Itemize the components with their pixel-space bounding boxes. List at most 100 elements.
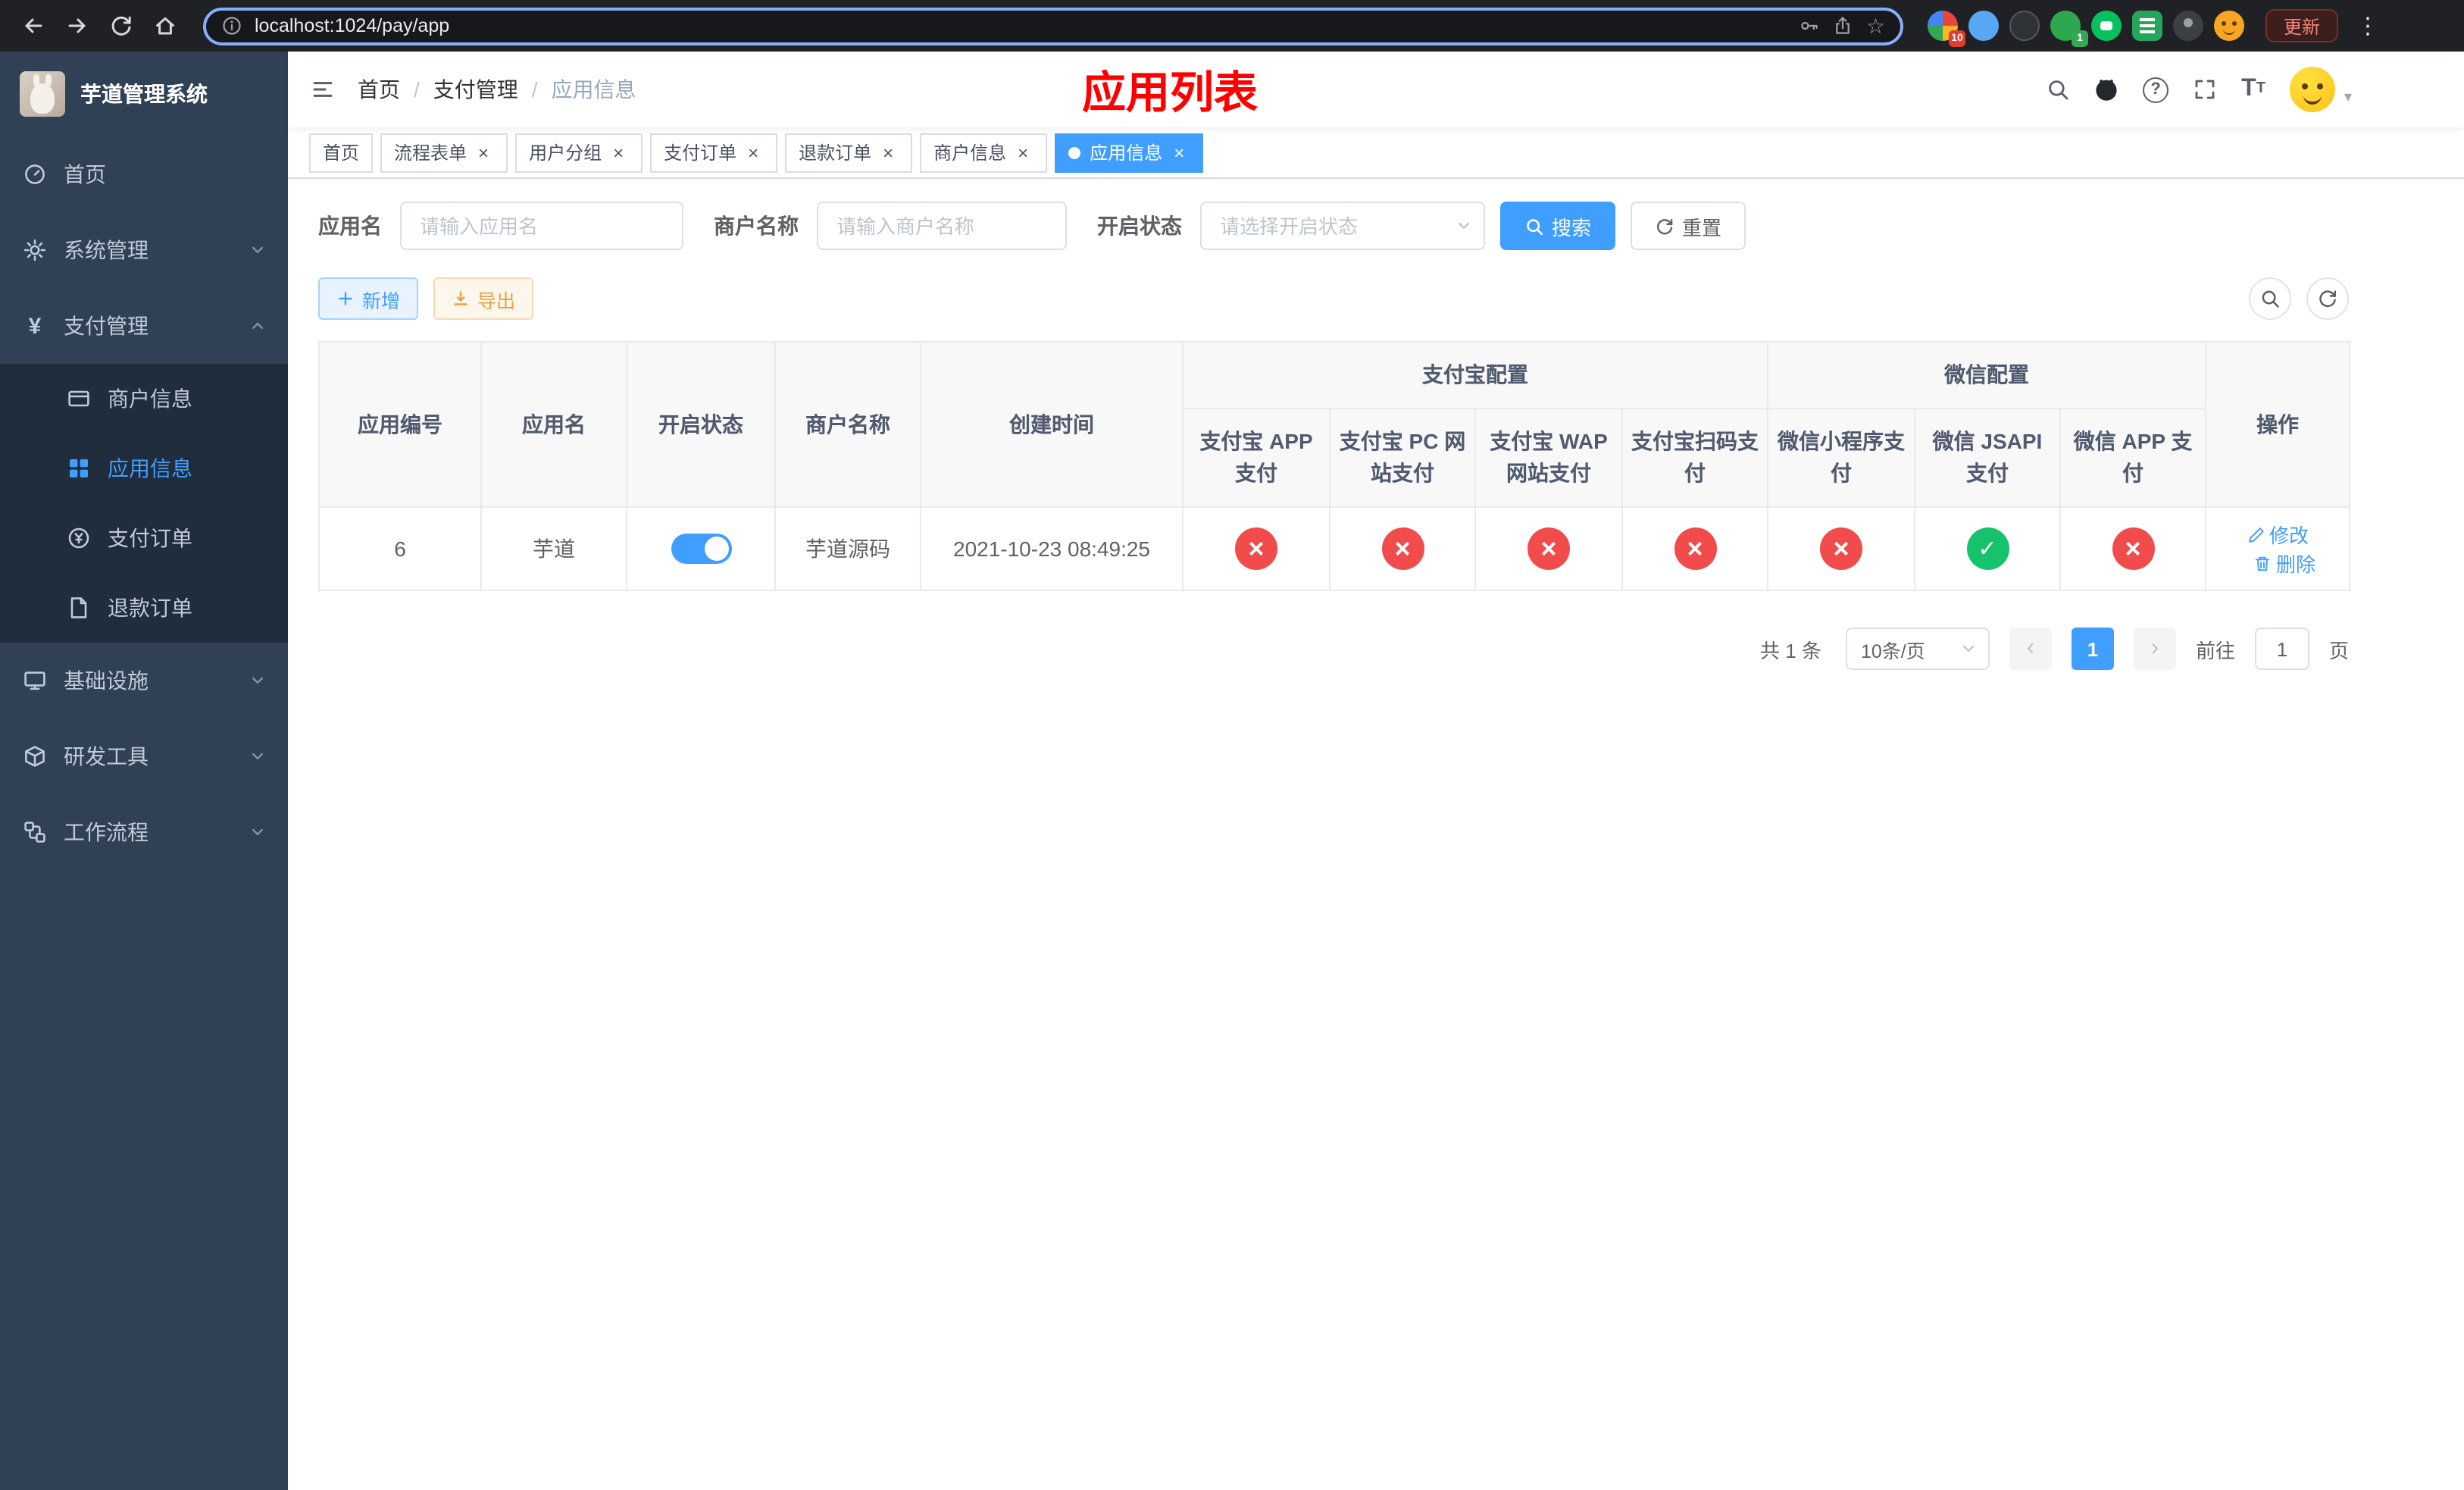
col-created: 创建时间	[920, 341, 1184, 508]
prev-page-button[interactable]	[2009, 628, 2052, 670]
yen-icon	[23, 315, 47, 337]
page-content: 应用名 商户名称 开启状态	[288, 179, 2464, 1490]
tab-close-icon[interactable]	[877, 142, 899, 163]
browser-back-button[interactable]	[12, 5, 53, 46]
status-select[interactable]	[1200, 202, 1485, 250]
reset-button[interactable]: 重置	[1631, 202, 1746, 250]
sidebar-collapse-button[interactable]	[311, 77, 335, 102]
fullscreen-icon[interactable]	[2193, 77, 2217, 102]
avatar-caret-icon[interactable]	[2344, 82, 2352, 106]
export-button[interactable]: 导出	[433, 277, 534, 320]
top-navbar: 首页 / 支付管理 / 应用信息 应用列表 ? T T ▾	[288, 52, 2464, 127]
browser-home-button[interactable]	[144, 5, 185, 46]
status-label: 开启状态	[1097, 214, 1182, 238]
password-key-icon[interactable]	[1800, 15, 1821, 36]
goto-page-input[interactable]	[2254, 628, 2309, 670]
col-app-name: 应用名	[480, 341, 627, 508]
refresh-table-button[interactable]	[2306, 277, 2349, 320]
tab-close-icon[interactable]	[743, 142, 764, 163]
sidebar-item-app-info[interactable]: 应用信息	[0, 434, 288, 503]
app-logo[interactable]: 芋道管理系统	[0, 52, 288, 136]
page-size-select[interactable]	[1845, 628, 1990, 670]
extension-note-icon[interactable]	[2131, 11, 2162, 41]
search-button[interactable]: 搜索	[1500, 202, 1616, 250]
sidebar-item-workflow[interactable]: 工作流程	[0, 794, 288, 870]
wx-lite-status-icon	[1820, 527, 1862, 570]
tab-close-icon[interactable]	[1168, 142, 1190, 163]
col-wx-lite: 微信小程序支付	[1767, 408, 1915, 508]
url-text: localhost:1024/pay/app	[255, 15, 450, 36]
alipay-app-status-icon	[1235, 527, 1277, 570]
edit-link[interactable]: 修改	[2247, 520, 2309, 549]
sidebar-item-system[interactable]: 系统管理	[0, 212, 288, 288]
app-table: 应用编号 应用名 开启状态 商户名称 创建时间 支付宝配置 微信配置 操作 支付…	[318, 341, 2351, 591]
table-row: 6 芋道 芋道源码 2021-10-23 08:49:25 × × × × × …	[318, 506, 2351, 591]
extension-badge: 1	[2071, 30, 2088, 47]
page-title: 应用列表	[1081, 70, 1259, 118]
breadcrumb-payment[interactable]: 支付管理	[433, 74, 518, 105]
tab-refund-orders[interactable]: 退款订单	[785, 133, 913, 172]
browser-update-button[interactable]: 更新	[2265, 9, 2338, 42]
tab-home[interactable]: 首页	[309, 133, 374, 172]
refresh-icon	[2319, 290, 2337, 308]
help-icon[interactable]	[2143, 77, 2169, 102]
sidebar-item-refund-orders[interactable]: 退款订单	[0, 573, 288, 643]
share-icon[interactable]	[1833, 15, 1854, 36]
workflow-icon	[24, 822, 45, 843]
next-page-button[interactable]	[2133, 628, 2176, 670]
tab-process-form[interactable]: 流程表单	[380, 133, 508, 172]
status-toggle[interactable]	[671, 534, 731, 564]
tab-close-icon[interactable]	[608, 142, 629, 163]
extension-drop-icon[interactable]	[1968, 11, 1999, 41]
chevron-up-icon	[250, 318, 265, 333]
sidebar-item-dev-tools[interactable]: 研发工具	[0, 718, 288, 794]
breadcrumb-home[interactable]: 首页	[358, 74, 400, 105]
sidebar-item-pay-orders[interactable]: 支付订单	[0, 503, 288, 573]
extension-pin-icon[interactable]	[2172, 11, 2203, 41]
current-page-button[interactable]: 1	[2071, 628, 2114, 670]
col-alipay-qr: 支付宝扫码支付	[1621, 408, 1768, 508]
browser-forward-button[interactable]	[56, 5, 97, 46]
sidebar-item-payment[interactable]: 支付管理	[0, 288, 288, 364]
gear-icon	[23, 239, 46, 261]
alipay-qr-status-icon	[1674, 527, 1716, 570]
user-avatar[interactable]	[2289, 67, 2335, 112]
sidebar-item-home[interactable]: 首页	[0, 136, 288, 212]
address-bar[interactable]: localhost:1024/pay/app	[203, 7, 1903, 45]
app-name-input[interactable]	[400, 202, 683, 250]
tab-merchant-info[interactable]: 商户信息	[920, 133, 1048, 172]
tab-app-info[interactable]: 应用信息	[1055, 133, 1204, 172]
toggle-search-button[interactable]	[2249, 277, 2291, 320]
app-title: 芋道管理系统	[80, 82, 208, 106]
tab-pay-orders[interactable]: 支付订单	[650, 133, 778, 172]
cell-app-name: 芋道	[480, 506, 627, 591]
merchant-name-input[interactable]	[817, 202, 1067, 250]
col-merchant: 商户名称	[774, 341, 921, 508]
col-wx-app: 微信 APP 支付	[2059, 408, 2207, 508]
extension-chat-icon[interactable]	[2090, 11, 2122, 41]
font-size-icon[interactable]: TT	[2241, 77, 2265, 102]
extension-dark-icon[interactable]	[2009, 11, 2040, 41]
site-info-icon[interactable]	[221, 15, 242, 36]
sidebar-item-infrastructure[interactable]: 基础设施	[0, 643, 288, 718]
extension-leaf-icon[interactable]: 1	[2050, 11, 2088, 47]
github-icon[interactable]	[2094, 77, 2118, 102]
filter-form: 应用名 商户名称 开启状态	[318, 202, 2349, 250]
cell-created: 2021-10-23 08:49:25	[920, 506, 1184, 591]
sidebar-item-merchant-info[interactable]: 商户信息	[0, 364, 288, 434]
search-icon	[1527, 218, 1543, 235]
browser-menu-icon[interactable]	[2356, 12, 2379, 39]
tab-close-icon[interactable]	[1012, 142, 1033, 163]
app-name-label: 应用名	[318, 214, 382, 238]
tab-close-icon[interactable]	[473, 142, 494, 163]
add-button[interactable]: 新增	[318, 277, 419, 320]
extension-grid-icon[interactable]: 10	[1927, 11, 1965, 47]
tab-user-group[interactable]: 用户分组	[515, 133, 643, 172]
delete-link[interactable]: 删除	[2253, 549, 2315, 578]
browser-refresh-button[interactable]	[100, 5, 141, 46]
browser-profile-avatar[interactable]	[2213, 11, 2244, 41]
cell-actions: 修改 删除	[2205, 506, 2351, 591]
bookmark-star-icon[interactable]	[1866, 13, 1885, 39]
refresh-icon	[1656, 218, 1673, 234]
search-icon[interactable]	[2046, 77, 2070, 102]
